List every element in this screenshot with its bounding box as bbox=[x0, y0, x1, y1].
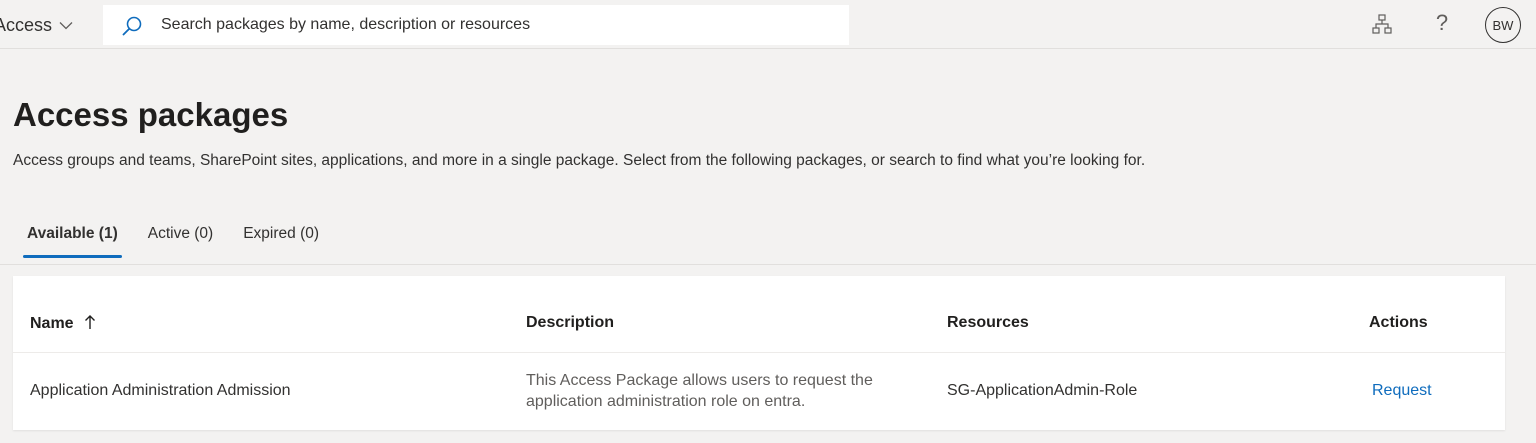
column-header-name[interactable]: Name bbox=[30, 314, 96, 333]
tab-label: Available (1) bbox=[27, 225, 118, 242]
page-subtitle: Access groups and teams, SharePoint site… bbox=[13, 152, 1146, 169]
column-header-actions: Actions bbox=[1369, 314, 1428, 331]
tab-label: Expired (0) bbox=[243, 225, 320, 242]
avatar-initials: BW bbox=[1492, 17, 1514, 33]
table-row[interactable]: Application Administration Admission Thi… bbox=[13, 353, 1505, 430]
column-header-label: Name bbox=[30, 315, 74, 332]
top-bar: Access ? BW bbox=[0, 0, 1536, 49]
column-header-resources[interactable]: Resources bbox=[947, 314, 1029, 332]
page-title: Access packages bbox=[13, 96, 289, 133]
chevron-down-icon bbox=[59, 22, 73, 30]
search-icon bbox=[122, 16, 142, 36]
request-action-cell: Request bbox=[1372, 382, 1432, 400]
column-header-description[interactable]: Description bbox=[526, 314, 614, 332]
tab-active[interactable]: Active (0) bbox=[144, 210, 217, 258]
packages-table: Name Description Resources Actions Appli… bbox=[13, 276, 1505, 430]
package-resources: SG-ApplicationAdmin-Role bbox=[947, 382, 1138, 399]
help-button[interactable]: ? bbox=[1428, 9, 1456, 37]
table-header: Name Description Resources Actions bbox=[13, 276, 1505, 353]
help-icon: ? bbox=[1435, 10, 1449, 35]
search-box bbox=[103, 5, 849, 45]
sort-ascending-icon bbox=[85, 315, 96, 329]
avatar[interactable]: BW bbox=[1485, 7, 1521, 43]
tab-list: Available (1) Active (0) Expired (0) bbox=[23, 210, 345, 258]
org-chart-button[interactable] bbox=[1368, 10, 1396, 38]
tab-divider bbox=[0, 264, 1536, 265]
app-switcher-label: Access bbox=[0, 14, 53, 35]
tab-expired[interactable]: Expired (0) bbox=[239, 210, 323, 258]
package-name: Application Administration Admission bbox=[30, 382, 291, 399]
search-input[interactable] bbox=[161, 11, 831, 39]
package-description: This Access Package allows users to requ… bbox=[526, 372, 873, 410]
app-switcher-button[interactable]: Access bbox=[0, 12, 74, 38]
tab-label: Active (0) bbox=[147, 225, 214, 242]
request-link[interactable]: Request bbox=[1372, 382, 1432, 399]
org-chart-icon bbox=[1372, 14, 1392, 34]
tab-available[interactable]: Available (1) bbox=[23, 210, 122, 258]
